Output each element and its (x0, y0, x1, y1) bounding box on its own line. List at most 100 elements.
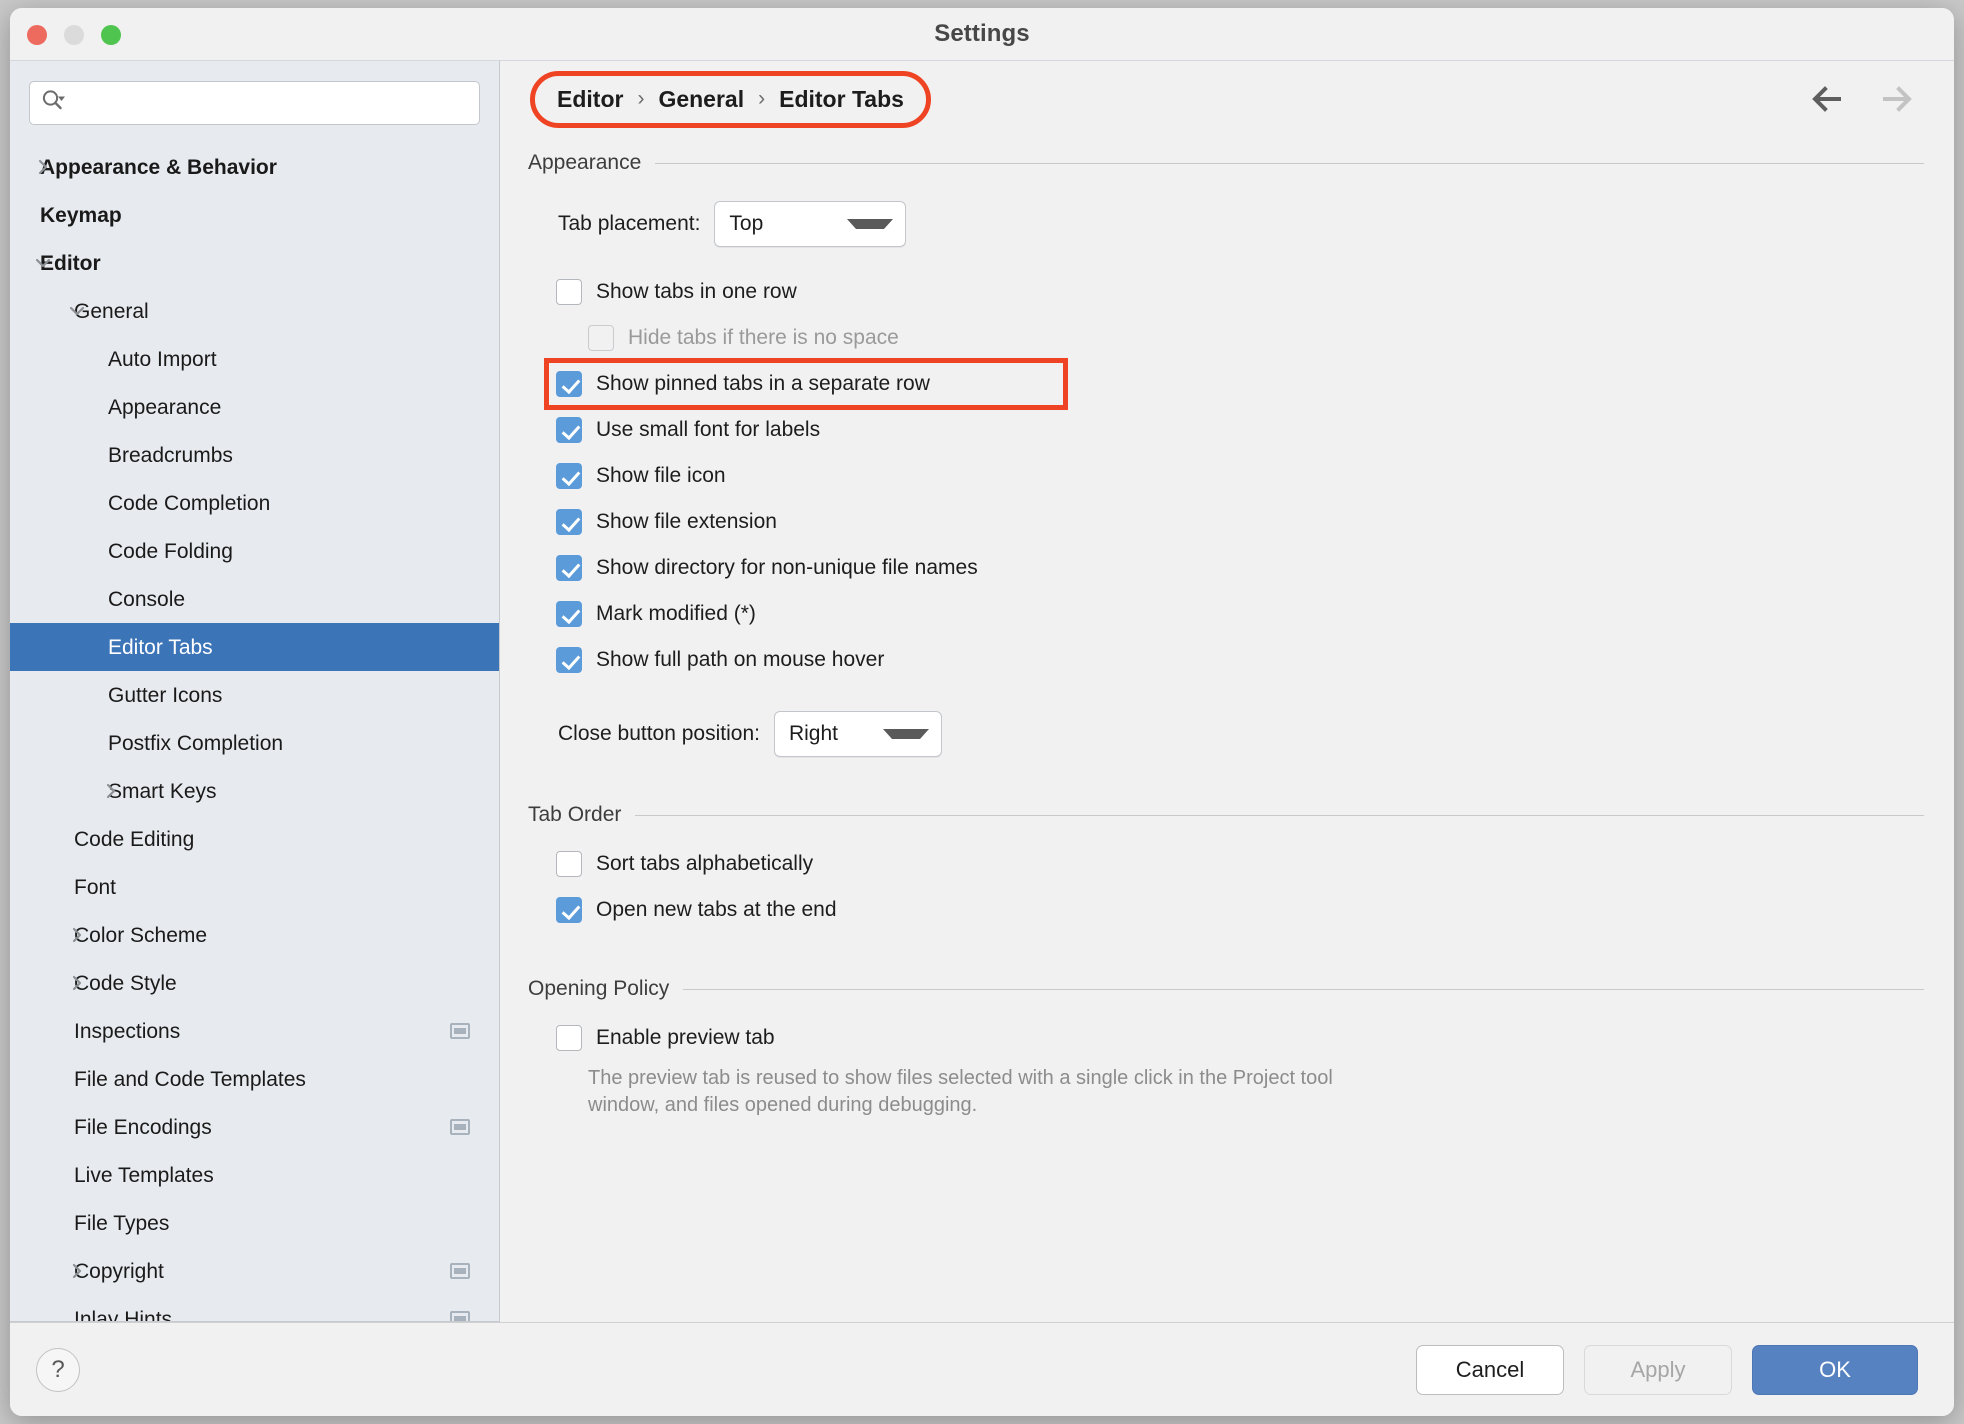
tab-placement-select[interactable]: Top (714, 201, 906, 247)
arrow-left-icon[interactable] (1808, 83, 1848, 115)
settings-tree[interactable]: Appearance & BehaviorKeymapEditorGeneral… (10, 139, 499, 1322)
breadcrumb-separator: › (637, 87, 644, 111)
checkbox-label: Sort tabs alphabetically (596, 852, 813, 876)
tab-placement-label: Tab placement: (558, 212, 700, 236)
checkbox-row-sort-tabs-alphabetically[interactable]: Sort tabs alphabetically (556, 841, 1924, 887)
traffic-lights (27, 25, 121, 45)
sidebar-item-smart-keys[interactable]: Smart Keys (10, 767, 499, 815)
sidebar-item-label: Code Completion (108, 493, 270, 514)
checkbox-icon[interactable] (556, 601, 582, 627)
sidebar-item-live-templates[interactable]: Live Templates (10, 1151, 499, 1199)
opening-policy-checkbox-list: Enable preview tab (528, 1015, 1924, 1061)
chevron-right-icon[interactable] (66, 1260, 88, 1282)
sidebar-item-label: Smart Keys (108, 781, 217, 802)
chevron-right-icon[interactable] (66, 924, 88, 946)
chevron-right-icon[interactable] (66, 972, 88, 994)
arrow-right-icon[interactable] (1876, 83, 1916, 115)
chevron-right-icon[interactable] (32, 156, 54, 178)
checkbox-row-hide-tabs-if-there-is-no-space[interactable]: Hide tabs if there is no space (588, 315, 1924, 361)
sidebar-item-appearance-behavior[interactable]: Appearance & Behavior (10, 143, 499, 191)
checkbox-row-open-new-tabs-at-the-end[interactable]: Open new tabs at the end (556, 887, 1924, 933)
sidebar-item-keymap[interactable]: Keymap (10, 191, 499, 239)
sidebar-item-label: Code Style (74, 973, 177, 994)
checkbox-row-show-file-extension[interactable]: Show file extension (556, 499, 1924, 545)
sidebar-item-console[interactable]: Console (10, 575, 499, 623)
sidebar-item-font[interactable]: Font (10, 863, 499, 911)
checkbox-label: Show file extension (596, 510, 777, 534)
chevron-down-icon[interactable] (66, 300, 88, 322)
chevron-down-icon[interactable] (32, 252, 54, 274)
breadcrumb-item[interactable]: Editor Tabs (779, 86, 904, 113)
checkbox-row-enable-preview-tab[interactable]: Enable preview tab (556, 1015, 1924, 1061)
search-field[interactable] (29, 81, 480, 125)
sidebar-item-file-encodings[interactable]: File Encodings (10, 1103, 499, 1151)
sidebar-item-color-scheme[interactable]: Color Scheme (10, 911, 499, 959)
breadcrumb-item[interactable]: Editor (557, 86, 623, 113)
tab-placement-row: Tab placement: Top (558, 201, 1924, 247)
search-input[interactable] (72, 92, 469, 114)
sidebar-item-code-completion[interactable]: Code Completion (10, 479, 499, 527)
sidebar-item-file-and-code-templates[interactable]: File and Code Templates (10, 1055, 499, 1103)
chevron-right-icon[interactable] (100, 780, 122, 802)
sidebar-item-editor-tabs[interactable]: Editor Tabs (10, 623, 499, 671)
cancel-button[interactable]: Cancel (1416, 1345, 1564, 1395)
breadcrumb-item[interactable]: General (658, 86, 744, 113)
checkbox-icon[interactable] (556, 555, 582, 581)
close-button-position-label: Close button position: (558, 722, 760, 746)
help-button[interactable]: ? (36, 1348, 80, 1392)
checkbox-icon[interactable] (556, 417, 582, 443)
ok-button[interactable]: OK (1752, 1345, 1918, 1395)
checkbox-icon[interactable] (556, 1025, 582, 1051)
chevron-down-icon (847, 219, 893, 229)
minimize-window-button[interactable] (64, 25, 84, 45)
sidebar-item-code-editing[interactable]: Code Editing (10, 815, 499, 863)
checkbox-row-show-pinned-tabs-in-a-separate-row[interactable]: Show pinned tabs in a separate row (556, 361, 1924, 407)
close-window-button[interactable] (27, 25, 47, 45)
sidebar-item-code-style[interactable]: Code Style (10, 959, 499, 1007)
checkbox-icon[interactable] (588, 325, 614, 351)
checkbox-row-show-file-icon[interactable]: Show file icon (556, 453, 1924, 499)
checkbox-icon[interactable] (556, 463, 582, 489)
sidebar-item-label: Editor Tabs (108, 637, 213, 658)
sidebar-item-label: Inlay Hints (74, 1309, 172, 1323)
close-button-position-select[interactable]: Right (774, 711, 942, 757)
sidebar-item-postfix-completion[interactable]: Postfix Completion (10, 719, 499, 767)
checkbox-row-show-tabs-in-one-row[interactable]: Show tabs in one row (556, 269, 1924, 315)
checkbox-icon[interactable] (556, 509, 582, 535)
sidebar-item-label: Code Folding (108, 541, 233, 562)
checkbox-row-mark-modified[interactable]: Mark modified (*) (556, 591, 1924, 637)
checkbox-row-show-directory-for-non-unique-file-names[interactable]: Show directory for non-unique file names (556, 545, 1924, 591)
sidebar-item-auto-import[interactable]: Auto Import (10, 335, 499, 383)
checkbox-label: Show file icon (596, 464, 726, 488)
checkbox-row-use-small-font-for-labels[interactable]: Use small font for labels (556, 407, 1924, 453)
sidebar-item-label: Font (74, 877, 116, 898)
sidebar-item-breadcrumbs[interactable]: Breadcrumbs (10, 431, 499, 479)
close-button-position-value: Right (789, 722, 838, 746)
sidebar-item-gutter-icons[interactable]: Gutter Icons (10, 671, 499, 719)
zoom-window-button[interactable] (101, 25, 121, 45)
checkbox-icon[interactable] (556, 851, 582, 877)
checkbox-icon[interactable] (556, 897, 582, 923)
sidebar-item-code-folding[interactable]: Code Folding (10, 527, 499, 575)
project-scope-badge-icon (450, 1263, 470, 1279)
sidebar-item-copyright[interactable]: Copyright (10, 1247, 499, 1295)
sidebar-item-label: Gutter Icons (108, 685, 222, 706)
sidebar-item-inlay-hints[interactable]: Inlay Hints (10, 1295, 499, 1322)
sidebar-item-appearance[interactable]: Appearance (10, 383, 499, 431)
checkbox-icon[interactable] (556, 279, 582, 305)
sidebar-item-file-types[interactable]: File Types (10, 1199, 499, 1247)
sidebar-item-inspections[interactable]: Inspections (10, 1007, 499, 1055)
apply-button[interactable]: Apply (1584, 1345, 1732, 1395)
checkbox-icon[interactable] (556, 647, 582, 673)
sidebar-item-editor[interactable]: Editor (10, 239, 499, 287)
sidebar-item-general[interactable]: General (10, 287, 499, 335)
section-title: Appearance (528, 151, 641, 175)
checkbox-label: Use small font for labels (596, 418, 820, 442)
checkbox-icon[interactable] (556, 371, 582, 397)
checkbox-label: Show pinned tabs in a separate row (596, 372, 930, 396)
settings-main-pane: Editor›General›Editor Tabs (500, 60, 1954, 1322)
search-container (10, 61, 499, 139)
section-divider (683, 989, 1924, 990)
checkbox-row-show-full-path-on-mouse-hover[interactable]: Show full path on mouse hover (556, 637, 1924, 683)
project-scope-badge-icon (450, 1023, 470, 1039)
